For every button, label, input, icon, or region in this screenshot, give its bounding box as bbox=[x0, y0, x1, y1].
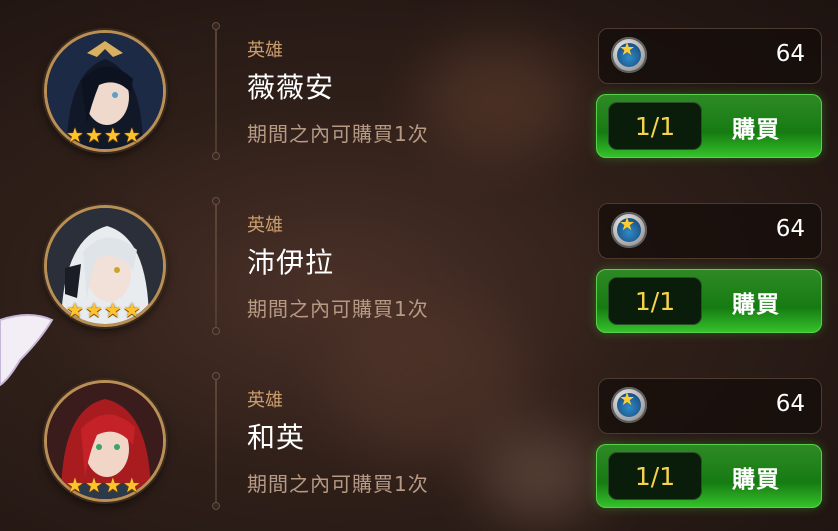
buy-label: 購買 bbox=[732, 117, 780, 143]
purchase-count: 1/1 bbox=[608, 277, 702, 325]
divider bbox=[212, 22, 220, 160]
buy-label: 購買 bbox=[732, 292, 780, 318]
item-category: 英雄 bbox=[247, 215, 283, 236]
item-category: 英雄 bbox=[247, 390, 283, 411]
shop-item-row: ★ ★ ★ ★ 英雄 薇薇安 期間之內可購買1次 ★ 64 1/1 購買 bbox=[0, 0, 838, 172]
buy-button[interactable]: 1/1 購買 bbox=[596, 94, 822, 158]
price-value: 64 bbox=[775, 216, 805, 242]
divider-dot bbox=[212, 152, 220, 160]
hero-name: 沛伊拉 bbox=[247, 246, 335, 279]
star-icon: ★ bbox=[122, 123, 141, 147]
star-icon: ★ bbox=[122, 473, 141, 497]
divider-dot bbox=[212, 372, 220, 380]
star-icon: ★ bbox=[84, 298, 103, 322]
price-box: ★ 64 bbox=[598, 203, 822, 259]
star-icon: ★ bbox=[103, 473, 122, 497]
shop-item-row: ★ ★ ★ ★ 英雄 和英 期間之內可購買1次 ★ 64 1/1 購買 bbox=[0, 350, 838, 522]
buy-button[interactable]: 1/1 購買 bbox=[596, 444, 822, 508]
divider bbox=[212, 197, 220, 335]
divider-dot bbox=[212, 502, 220, 510]
buy-button[interactable]: 1/1 購買 bbox=[596, 269, 822, 333]
star-coin-icon: ★ bbox=[611, 212, 647, 248]
divider-dot bbox=[212, 197, 220, 205]
star-rating: ★ ★ ★ ★ bbox=[66, 474, 141, 496]
purchase-count: 1/1 bbox=[608, 452, 702, 500]
price-box: ★ 64 bbox=[598, 28, 822, 84]
star-rating: ★ ★ ★ ★ bbox=[66, 124, 141, 146]
star-icon: ★ bbox=[122, 298, 141, 322]
star-rating: ★ ★ ★ ★ bbox=[66, 299, 141, 321]
divider bbox=[212, 372, 220, 510]
shop-item-row: ★ ★ ★ ★ 英雄 沛伊拉 期間之內可購買1次 ★ 64 1/1 購買 bbox=[0, 175, 838, 347]
star-icon: ★ bbox=[103, 298, 122, 322]
star-icon: ★ bbox=[66, 123, 84, 147]
star-icon: ★ bbox=[103, 123, 122, 147]
price-value: 64 bbox=[775, 391, 805, 417]
purchase-limit-text: 期間之內可購買1次 bbox=[247, 297, 429, 321]
divider-dot bbox=[212, 22, 220, 30]
hero-name: 和英 bbox=[247, 421, 306, 454]
purchase-limit-text: 期間之內可購買1次 bbox=[247, 122, 429, 146]
star-coin-icon: ★ bbox=[611, 387, 647, 423]
price-box: ★ 64 bbox=[598, 378, 822, 434]
divider-dot bbox=[212, 327, 220, 335]
star-coin-icon: ★ bbox=[611, 37, 647, 73]
price-value: 64 bbox=[775, 41, 805, 67]
star-icon: ★ bbox=[66, 298, 84, 322]
purchase-limit-text: 期間之內可購買1次 bbox=[247, 472, 429, 496]
star-icon: ★ bbox=[84, 123, 103, 147]
purchase-count: 1/1 bbox=[608, 102, 702, 150]
hero-name: 薇薇安 bbox=[247, 71, 335, 104]
item-category: 英雄 bbox=[247, 40, 283, 61]
star-icon: ★ bbox=[66, 473, 84, 497]
star-icon: ★ bbox=[84, 473, 103, 497]
buy-label: 購買 bbox=[732, 467, 780, 493]
